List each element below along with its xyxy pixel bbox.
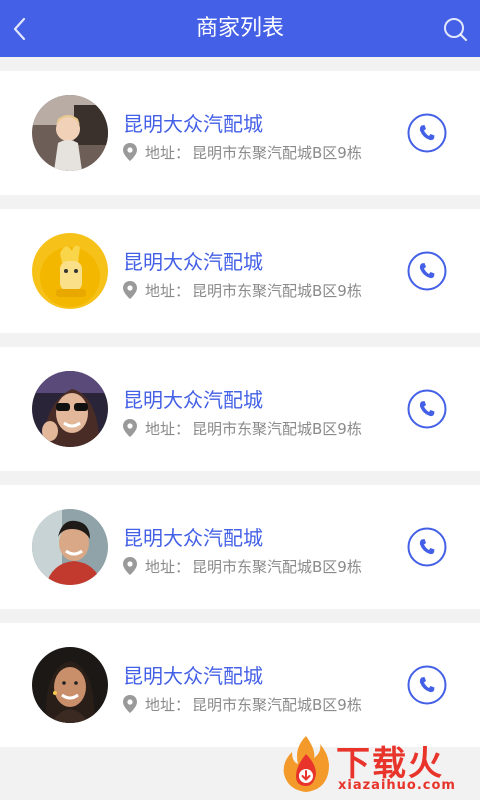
location-pin-icon [123,557,137,575]
merchant-card[interactable]: 昆明大众汽配城 地址： 昆明市东聚汽配城B区9栋 [0,71,480,195]
merchant-card[interactable]: 昆明大众汽配城 地址： 昆明市东聚汽配城B区9栋 [0,209,480,333]
avatar [32,95,108,171]
address-text: 昆明市东聚汽配城B区9栋 [192,695,362,714]
call-button[interactable] [407,527,447,567]
merchant-name: 昆明大众汽配城 [123,112,263,136]
phone-icon [407,665,447,705]
phone-icon [407,113,447,153]
address-prefix: 地址： [145,143,191,162]
merchant-name: 昆明大众汽配城 [123,526,263,550]
avatar [32,647,108,723]
merchant-address: 地址： 昆明市东聚汽配城B区9栋 [123,418,362,438]
address-text: 昆明市东聚汽配城B区9栋 [192,557,362,576]
search-icon [444,18,468,42]
top-bar: 商家列表 [0,0,480,57]
merchant-card[interactable]: 昆明大众汽配城 地址： 昆明市东聚汽配城B区9栋 [0,623,480,747]
phone-icon [407,389,447,429]
flame-logo [283,736,329,792]
avatar [32,233,108,309]
location-pin-icon [123,419,137,437]
address-text: 昆明市东聚汽配城B区9栋 [192,281,362,300]
merchant-name: 昆明大众汽配城 [123,664,263,688]
page-title: 商家列表 [195,16,284,41]
phone-icon [407,527,447,567]
search-button[interactable] [440,12,472,46]
phone-icon [407,251,447,291]
location-pin-icon [123,143,137,161]
address-prefix: 地址： [145,419,191,438]
avatar [32,371,108,447]
merchant-list: 昆明大众汽配城 地址： 昆明市东聚汽配城B区9栋 昆明大众汽配城 地址： 昆明市… [0,71,480,761]
avatar [32,509,108,585]
woman-sunglasses-photo [32,371,108,447]
merchant-card[interactable]: 昆明大众汽配城 地址： 昆明市东聚汽配城B区9栋 [0,485,480,609]
merchant-address: 地址： 昆明市东聚汽配城B区9栋 [123,142,362,162]
call-button[interactable] [407,665,447,705]
address-text: 昆明市东聚汽配城B区9栋 [192,143,362,162]
watermark: 下载火 xiazaihuo.com [280,734,476,796]
child-in-car-photo [32,95,108,171]
call-button[interactable] [407,113,447,153]
yellow-toy-figure-photo [32,233,108,309]
address-prefix: 地址： [145,695,191,714]
man-in-car-photo [32,509,108,585]
call-button[interactable] [407,389,447,429]
merchant-address: 地址： 昆明市东聚汽配城B区9栋 [123,280,362,300]
location-pin-icon [123,281,137,299]
location-pin-icon [123,695,137,713]
merchant-name: 昆明大众汽配城 [123,250,263,274]
smiling-woman-photo [32,647,108,723]
merchant-card[interactable]: 昆明大众汽配城 地址： 昆明市东聚汽配城B区9栋 [0,347,480,471]
merchant-address: 地址： 昆明市东聚汽配城B区9栋 [123,556,362,576]
address-prefix: 地址： [145,281,191,300]
watermark-url: xiazaihuo.com [338,778,456,793]
merchant-address: 地址： 昆明市东聚汽配城B区9栋 [123,694,362,714]
address-prefix: 地址： [145,557,191,576]
call-button[interactable] [407,251,447,291]
merchant-name: 昆明大众汽配城 [123,388,263,412]
address-text: 昆明市东聚汽配城B区9栋 [192,419,362,438]
